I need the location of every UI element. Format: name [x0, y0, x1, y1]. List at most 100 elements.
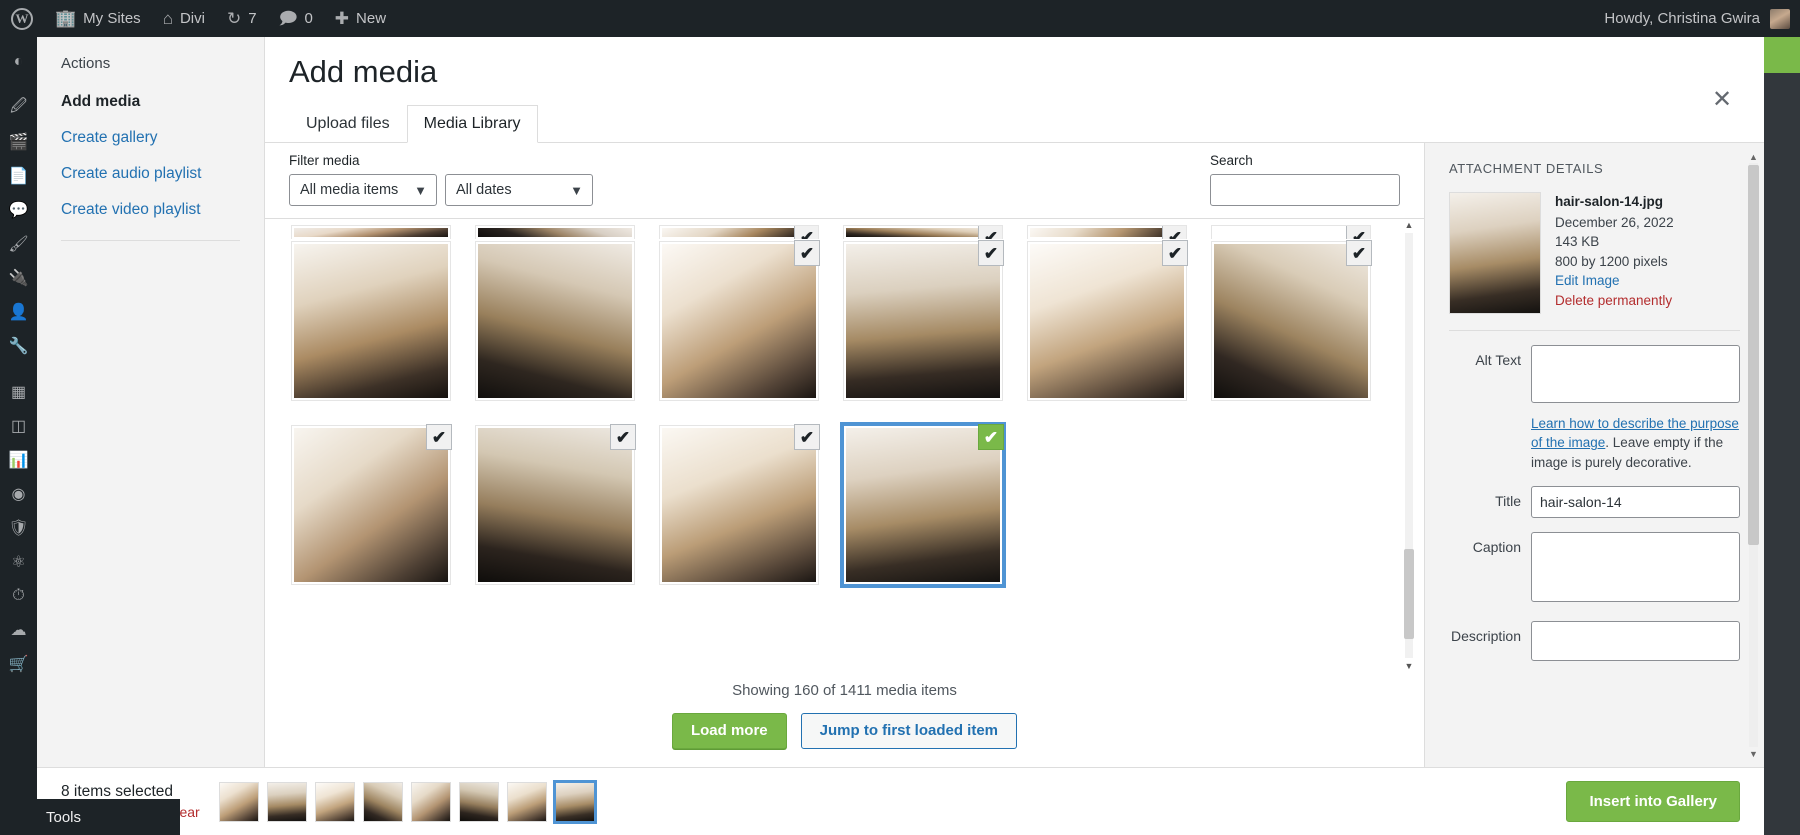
sidebar-icon-analytics[interactable]: 📊 — [0, 443, 37, 477]
insert-into-gallery-button[interactable]: Insert into Gallery — [1566, 781, 1740, 822]
description-input[interactable] — [1531, 620, 1740, 661]
scroll-up-arrow-icon[interactable]: ▲ — [1748, 151, 1759, 162]
search-input[interactable] — [1210, 174, 1400, 207]
media-grid-item[interactable]: ✔ — [1027, 240, 1188, 402]
selected-thumbnail[interactable] — [553, 779, 597, 824]
media-grid-item[interactable]: ✔ — [475, 424, 636, 586]
media-menu-item-add-media[interactable]: Add media — [37, 84, 264, 120]
sites-icon: 🏢 — [55, 9, 77, 28]
media-grid-item[interactable]: ✔ — [1027, 225, 1187, 240]
selected-check-icon[interactable]: ✔ — [1346, 240, 1372, 267]
selected-thumbnail[interactable] — [459, 781, 499, 822]
adminbar-account[interactable]: Howdy, Christina Gwira — [1604, 8, 1800, 29]
load-more-button[interactable]: Load more — [671, 712, 787, 749]
scroll-down-arrow-icon[interactable]: ▼ — [1404, 660, 1414, 672]
selected-active-check-icon[interactable]: ✔ — [978, 424, 1004, 451]
selected-thumbnail[interactable] — [267, 781, 307, 822]
sidebar-icon-pages[interactable]: 📄 — [0, 159, 37, 193]
title-label: Title — [1495, 492, 1521, 509]
selected-check-icon[interactable]: ✔ — [610, 424, 636, 451]
adminbar-label-updates: 7 — [248, 10, 257, 27]
adminbar-item-updates[interactable]: ↻ 7 — [216, 0, 268, 37]
sidebar-icon-shield[interactable]: 🛡 — [0, 511, 37, 545]
selected-thumbnail[interactable] — [315, 781, 355, 822]
media-grid-item[interactable]: ✔ — [659, 225, 819, 240]
media-actions-menu: Actions Add media Create gallery Create … — [37, 37, 265, 767]
media-menu-item-create-audio-playlist[interactable]: Create audio playlist — [37, 156, 264, 192]
selected-check-icon[interactable]: ✔ — [978, 240, 1004, 267]
sidebar-icon-comments[interactable]: 💬 — [0, 193, 37, 227]
admin-menu-sidebar: ◐ 🖉 🎬 📄 💬 🖌 🔌 👤 🔧 ▦ ◫ 📊 ◉ 🛡 ⚛ ⏱ ☁ 🛒 — [0, 37, 37, 835]
modal-title-area: Add media — [265, 37, 1764, 90]
sidebar-item-tools[interactable]: Tools — [0, 799, 180, 835]
sidebar-icon-pagebuilder[interactable]: ◫ — [0, 409, 37, 443]
selected-thumbnail[interactable] — [219, 781, 259, 822]
selected-thumbnail[interactable] — [363, 781, 403, 822]
alt-text-help: Learn how to describe the purpose of the… — [1531, 414, 1740, 471]
grid-scrollbar[interactable]: ▲ ▼ — [1402, 219, 1416, 671]
sidebar-icon-shop[interactable]: 🛒 — [0, 647, 37, 681]
sidebar-icon-forms[interactable]: ▦ — [0, 375, 37, 409]
adminbar-item-new[interactable]: ✚ New — [324, 0, 397, 37]
media-date-filter-select[interactable]: All dates — [445, 174, 593, 207]
sidebar-icon-seo[interactable]: ◉ — [0, 477, 37, 511]
media-grid-item[interactable] — [475, 241, 635, 402]
sidebar-icon-speed[interactable]: ⏱ — [0, 579, 37, 613]
sidebar-icon-cloud[interactable]: ☁ — [0, 613, 37, 647]
media-menu-item-create-video-playlist[interactable]: Create video playlist — [37, 192, 264, 228]
sidebar-icon-media[interactable]: 🎬 — [0, 125, 37, 159]
media-type-filter-select[interactable]: All media items — [289, 174, 437, 207]
media-grid-item[interactable]: ✔ — [1211, 225, 1371, 240]
sidebar-icon-plugins[interactable]: 🔌 — [0, 261, 37, 295]
tab-media-library[interactable]: Media Library — [406, 105, 538, 144]
caption-input[interactable] — [1531, 531, 1740, 602]
delete-permanently-link[interactable]: Delete permanently — [1555, 291, 1674, 311]
selected-check-icon[interactable]: ✔ — [794, 226, 818, 240]
search-label: Search — [1210, 153, 1253, 169]
alt-text-label: Alt Text — [1475, 352, 1521, 369]
edit-image-link[interactable]: Edit Image — [1555, 271, 1674, 291]
media-grid-item[interactable]: ✔ — [840, 422, 1006, 589]
sidebar-icon-users[interactable]: 👤 — [0, 295, 37, 329]
selected-check-icon[interactable]: ✔ — [1162, 240, 1188, 267]
selected-thumbnail[interactable] — [411, 781, 451, 822]
selected-check-icon[interactable]: ✔ — [794, 424, 820, 451]
sidebar-icon-appearance[interactable]: 🖌 — [0, 227, 37, 261]
media-grid-item[interactable]: ✔ — [659, 240, 820, 402]
tab-upload-files[interactable]: Upload files — [289, 105, 407, 143]
scroll-up-arrow-icon[interactable]: ▲ — [1404, 219, 1414, 231]
sidebar-icon-tools-top[interactable]: 🔧 — [0, 329, 37, 363]
selected-check-icon[interactable]: ✔ — [1162, 226, 1186, 240]
selected-thumbnail[interactable] — [507, 781, 547, 822]
media-grid-item[interactable]: ✔ — [843, 225, 1003, 240]
media-grid-item[interactable] — [291, 241, 451, 402]
media-menu-item-create-gallery[interactable]: Create gallery — [37, 120, 264, 156]
media-grid-item[interactable] — [291, 225, 451, 240]
sidebar-icon-dashboard[interactable]: ◐ — [0, 45, 37, 79]
adminbar-item-my-sites[interactable]: 🏢 My Sites — [44, 0, 152, 37]
sidebar-icon-jetpack[interactable]: ⚛ — [0, 545, 37, 579]
title-input[interactable] — [1531, 485, 1740, 518]
media-thumbnail — [846, 228, 1000, 238]
selected-check-icon[interactable]: ✔ — [794, 240, 820, 267]
adminbar-item-comments[interactable]: 🗩 0 — [268, 0, 324, 37]
selected-check-icon[interactable]: ✔ — [426, 424, 452, 451]
selected-check-icon[interactable]: ✔ — [1346, 226, 1370, 240]
modal-footer: 8 items selected Edit Selection | Clear … — [37, 767, 1764, 835]
scroll-down-arrow-icon[interactable]: ▼ — [1748, 748, 1759, 759]
jump-to-first-loaded-item-button[interactable]: Jump to first loaded item — [800, 712, 1018, 749]
sidebar-icon-posts[interactable]: 🖉 — [0, 91, 37, 125]
media-frame: Add media ✕ Upload files Media Library F… — [265, 37, 1764, 767]
details-scrollbar[interactable]: ▲ ▼ — [1747, 151, 1759, 759]
media-thumbnail — [662, 228, 816, 238]
media-grid-item[interactable]: ✔ — [1211, 240, 1372, 402]
adminbar-item-divi[interactable]: ⌂ Divi — [152, 0, 216, 37]
media-grid-item[interactable]: ✔ — [843, 240, 1004, 402]
media-grid-item[interactable]: ✔ — [291, 424, 452, 586]
alt-text-input[interactable] — [1531, 345, 1740, 404]
media-thumbnail — [478, 428, 632, 583]
selected-check-icon[interactable]: ✔ — [978, 226, 1002, 240]
media-grid-item[interactable] — [475, 225, 635, 240]
media-grid-item[interactable]: ✔ — [659, 424, 820, 586]
adminbar-wordpress-logo[interactable]: W — [0, 0, 44, 37]
